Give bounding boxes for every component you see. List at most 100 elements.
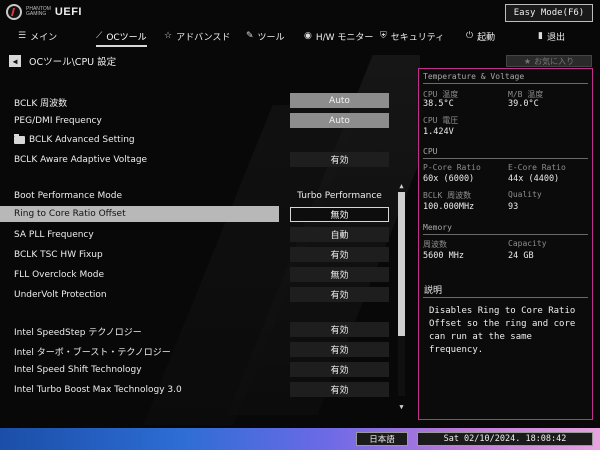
tab-main[interactable]: ☰ メイン <box>18 27 57 45</box>
setting-value[interactable]: 自動 <box>290 227 389 242</box>
scrollbar-thumb[interactable] <box>398 192 405 336</box>
tab-label: メイン <box>30 32 58 43</box>
setting-label: PEG/DMI Frequency <box>14 116 102 126</box>
info-panel: Temperature & Voltage CPU 温度 38.5°C M/B … <box>418 68 593 420</box>
description-text: Disables Ring to Core Ratio Offset so th… <box>429 306 576 355</box>
language-button[interactable]: 日本語 <box>356 432 408 446</box>
exit-icon: ▮ <box>538 31 543 41</box>
setting-label: FLL Overclock Mode <box>14 270 105 280</box>
menu-icon: ☰ <box>18 31 27 41</box>
pcore-label: P-Core Ratio <box>423 163 481 172</box>
tab-label: OCツール <box>106 32 147 43</box>
setting-row[interactable]: Boot Performance Mode Turbo Performance <box>0 187 400 207</box>
setting-label: Ring to Core Ratio Offset <box>0 206 279 222</box>
quality-label: Quality <box>508 190 542 199</box>
setting-value[interactable]: 有効 <box>290 287 389 302</box>
setting-row[interactable]: BCLK Aware Adaptive Voltage 有効 <box>0 151 400 171</box>
setting-label: BCLK TSC HW Fixup <box>14 250 103 260</box>
divider <box>423 297 588 298</box>
mem-freq-value: 5600 MHz <box>423 251 464 261</box>
setting-row[interactable]: Intel SpeedStep テクノロジー 有効 <box>0 321 400 341</box>
folder-label: BCLK Advanced Setting <box>29 135 135 145</box>
star-icon: ☆ <box>164 31 173 41</box>
setting-value[interactable]: 有効 <box>290 247 389 262</box>
ecore-value: 44x (4400) <box>508 174 560 184</box>
setting-row[interactable]: BCLK 周波数 Auto <box>0 92 400 112</box>
tool-icon: ✎ <box>246 31 254 41</box>
tab-label: 退出 <box>546 32 565 43</box>
setting-row[interactable]: Intel ターボ・ブースト・テクノロジー 有効 <box>0 341 400 361</box>
favorite-button[interactable]: ★ お気に入り <box>506 55 592 67</box>
tab-hw-monitor[interactable]: ◉ H/W モニター <box>304 27 373 45</box>
tab-security[interactable]: ⛨ セキュリティ <box>380 27 444 45</box>
tab-label: 起動 <box>477 32 496 43</box>
setting-row[interactable]: Intel Turbo Boost Max Technology 3.0 有効 <box>0 381 400 401</box>
setting-value[interactable]: Turbo Performance <box>290 188 389 203</box>
setting-row[interactable]: SA PLL Frequency 自動 <box>0 226 400 246</box>
mem-cap-value: 24 GB <box>508 251 534 261</box>
pcore-value: 60x (6000) <box>423 174 475 184</box>
setting-label: SA PLL Frequency <box>14 230 94 240</box>
setting-label: BCLK Aware Adaptive Voltage <box>14 155 148 165</box>
quality-value: 93 <box>508 202 519 212</box>
setting-value[interactable]: 有効 <box>290 362 389 377</box>
tab-boot[interactable]: ⏻ 起動 <box>466 27 495 45</box>
tab-label: アドバンスド <box>176 32 231 43</box>
divider <box>423 234 588 235</box>
brand-uefi: UEFI <box>54 6 82 18</box>
setting-row[interactable]: FLL Overclock Mode 無効 <box>0 266 400 286</box>
setting-row-folder[interactable]: BCLK Advanced Setting <box>0 131 400 151</box>
setting-value[interactable]: 無効 <box>290 267 389 282</box>
phantom-logo-icon <box>6 4 22 20</box>
setting-label: Intel Speed Shift Technology <box>14 365 142 375</box>
setting-label: Intel Turbo Boost Max Technology 3.0 <box>14 385 182 395</box>
easy-mode-button[interactable]: Easy Mode(F6) <box>505 4 593 22</box>
star-icon: ★ <box>523 56 532 66</box>
tab-oc-tools[interactable]: ⟋ OCツール <box>96 27 147 47</box>
setting-label: BCLK 周波数 <box>14 99 68 109</box>
divider <box>423 83 588 84</box>
setting-label: UnderVolt Protection <box>14 290 107 300</box>
main-tabs: ☰ メイン ⟋ OCツール ☆ アドバンスド ✎ ツール ◉ H/W モニター ⛨ セキュリ… <box>0 27 600 47</box>
back-arrow-icon[interactable]: ◀ <box>9 55 21 67</box>
favorite-label: お気に入り <box>534 56 575 66</box>
ecore-label: E-Core Ratio <box>508 163 566 172</box>
setting-row[interactable]: PEG/DMI Frequency Auto <box>0 112 400 132</box>
tab-advanced[interactable]: ☆ アドバンスド <box>164 27 230 45</box>
scroll-down-icon[interactable]: ▼ <box>397 403 406 411</box>
monitor-icon: ◉ <box>304 31 312 41</box>
cpu-title: CPU <box>423 147 438 156</box>
mb-temp-value: 39.0°C <box>508 99 539 109</box>
setting-value[interactable]: 有効 <box>290 152 389 167</box>
setting-value[interactable]: Auto <box>290 113 389 128</box>
oc-icon: ⟋ <box>96 31 103 41</box>
memory-title: Memory <box>423 223 452 232</box>
setting-label: Intel ターボ・ブースト・テクノロジー <box>14 348 171 358</box>
setting-value[interactable]: Auto <box>290 93 389 108</box>
setting-row[interactable]: Intel Speed Shift Technology 有効 <box>0 361 400 381</box>
temp-voltage-title: Temperature & Voltage <box>423 72 525 81</box>
datetime-display: Sat 02/10/2024. 18:08:42 <box>417 432 593 446</box>
setting-row[interactable]: BCLK TSC HW Fixup 有効 <box>0 246 400 266</box>
tab-exit[interactable]: ▮ 退出 <box>538 27 565 45</box>
tab-label: ツール <box>257 32 285 43</box>
tab-tools[interactable]: ✎ ツール <box>246 27 285 45</box>
bclk-value: 100.000MHz <box>423 202 475 212</box>
breadcrumb: ◀ OCツール\CPU 設定 <box>9 54 116 68</box>
setting-value[interactable]: 有効 <box>290 382 389 397</box>
setting-row-selected[interactable]: Ring to Core Ratio Offset 無効 <box>0 206 400 226</box>
description-title: 説明 <box>424 286 443 296</box>
setting-label: Intel SpeedStep テクノロジー <box>14 328 142 338</box>
brand-logo: PHANTOM GAMING UEFI <box>6 4 82 20</box>
bclk-label: BCLK 周波数 <box>423 191 472 200</box>
setting-value[interactable]: 有効 <box>290 342 389 357</box>
brand-line2: GAMING <box>26 11 47 17</box>
power-icon: ⏻ <box>466 31 474 41</box>
setting-value[interactable]: 無効 <box>290 207 389 222</box>
setting-value[interactable]: 有効 <box>290 322 389 337</box>
tab-label: セキュリティ <box>390 32 445 43</box>
shield-icon: ⛨ <box>380 31 387 41</box>
setting-row[interactable]: UnderVolt Protection 有効 <box>0 286 400 306</box>
breadcrumb-path: OCツール\CPU 設定 <box>29 57 117 68</box>
scroll-up-icon[interactable]: ▲ <box>397 182 406 190</box>
